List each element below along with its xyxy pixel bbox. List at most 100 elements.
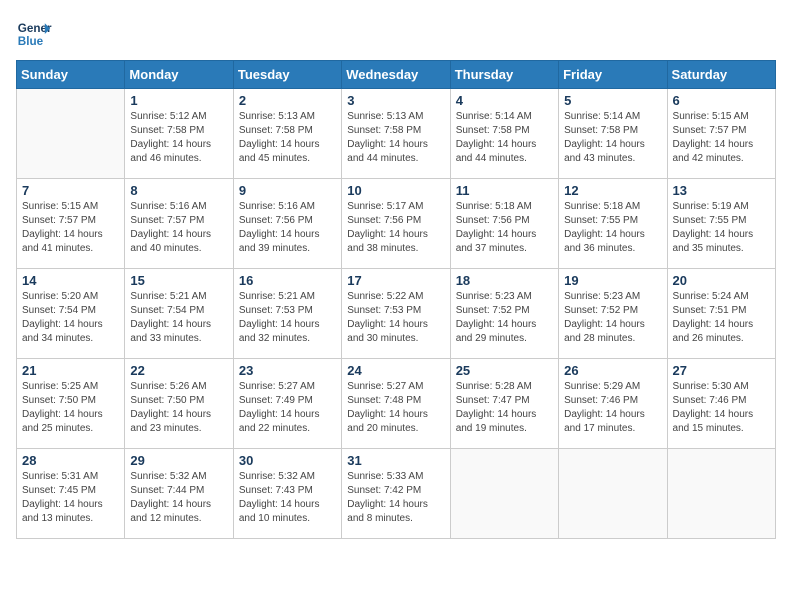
calendar-day-cell: 21Sunrise: 5:25 AM Sunset: 7:50 PM Dayli… xyxy=(17,359,125,449)
calendar-day-cell: 19Sunrise: 5:23 AM Sunset: 7:52 PM Dayli… xyxy=(559,269,667,359)
day-number: 7 xyxy=(22,183,119,198)
calendar-day-cell: 6 Sunrise: 5:15 AM Sunset: 7:57 PM Daylig… xyxy=(667,89,775,179)
calendar-day-cell: 10 Sunrise: 5:17 AM Sunset: 7:56 PM Dayli… xyxy=(342,179,450,269)
day-info: Sunrise: 5:12 AM Sunset: 7:58 PM Dayligh… xyxy=(130,110,227,166)
day-number: 8 xyxy=(130,183,227,198)
day-info: Sunrise: 5:13 AM Sunset: 7:58 PM Dayligh… xyxy=(239,110,336,166)
weekday-header: Thursday xyxy=(450,61,558,89)
day-info: Sunrise: 5:23 AM Sunset: 7:52 PM Dayligh… xyxy=(564,290,661,346)
day-info: Sunrise: 5:20 AM Sunset: 7:54 PM Dayligh… xyxy=(22,290,119,346)
day-info: Sunrise: 5:22 AM Sunset: 7:53 PM Dayligh… xyxy=(347,290,444,346)
calendar-day-cell: 14Sunrise: 5:20 AM Sunset: 7:54 PM Dayli… xyxy=(17,269,125,359)
logo-icon: General Blue xyxy=(16,16,52,52)
calendar-day-cell: 17 Sunrise: 5:22 AM Sunset: 7:53 PM Dayli… xyxy=(342,269,450,359)
day-info: Sunrise: 5:15 AM Sunset: 7:57 PM Dayligh… xyxy=(673,110,770,166)
calendar-day-cell: 23 Sunrise: 5:27 AM Sunset: 7:49 PM Dayli… xyxy=(233,359,341,449)
weekday-header: Monday xyxy=(125,61,233,89)
calendar-day-cell: 29 Sunrise: 5:32 AM Sunset: 7:44 PM Dayli… xyxy=(125,449,233,539)
page-header: General Blue xyxy=(16,16,776,52)
day-info: Sunrise: 5:21 AM Sunset: 7:53 PM Dayligh… xyxy=(239,290,336,346)
calendar-day-cell: 4Sunrise: 5:14 AM Sunset: 7:58 PM Daylig… xyxy=(450,89,558,179)
day-info: Sunrise: 5:18 AM Sunset: 7:56 PM Dayligh… xyxy=(456,200,553,256)
day-number: 12 xyxy=(564,183,661,198)
day-number: 16 xyxy=(239,273,336,288)
day-info: Sunrise: 5:23 AM Sunset: 7:52 PM Dayligh… xyxy=(456,290,553,346)
day-number: 6 xyxy=(673,93,770,108)
calendar-week-row: 21Sunrise: 5:25 AM Sunset: 7:50 PM Dayli… xyxy=(17,359,776,449)
day-info: Sunrise: 5:27 AM Sunset: 7:48 PM Dayligh… xyxy=(347,380,444,436)
day-number: 10 xyxy=(347,183,444,198)
day-info: Sunrise: 5:14 AM Sunset: 7:58 PM Dayligh… xyxy=(456,110,553,166)
day-info: Sunrise: 5:29 AM Sunset: 7:46 PM Dayligh… xyxy=(564,380,661,436)
calendar-day-cell: 31 Sunrise: 5:33 AM Sunset: 7:42 PM Dayli… xyxy=(342,449,450,539)
weekday-header: Sunday xyxy=(17,61,125,89)
day-number: 31 xyxy=(347,453,444,468)
day-info: Sunrise: 5:27 AM Sunset: 7:49 PM Dayligh… xyxy=(239,380,336,436)
day-number: 15 xyxy=(130,273,227,288)
day-info: Sunrise: 5:17 AM Sunset: 7:56 PM Dayligh… xyxy=(347,200,444,256)
day-number: 3 xyxy=(347,93,444,108)
calendar-day-cell: 18 Sunrise: 5:23 AM Sunset: 7:52 PM Dayli… xyxy=(450,269,558,359)
day-number: 29 xyxy=(130,453,227,468)
day-number: 1 xyxy=(130,93,227,108)
calendar-day-cell xyxy=(667,449,775,539)
calendar-day-cell: 27 Sunrise: 5:30 AM Sunset: 7:46 PM Dayli… xyxy=(667,359,775,449)
day-info: Sunrise: 5:24 AM Sunset: 7:51 PM Dayligh… xyxy=(673,290,770,346)
day-info: Sunrise: 5:28 AM Sunset: 7:47 PM Dayligh… xyxy=(456,380,553,436)
calendar-day-cell: 22 Sunrise: 5:26 AM Sunset: 7:50 PM Dayli… xyxy=(125,359,233,449)
day-number: 22 xyxy=(130,363,227,378)
day-number: 28 xyxy=(22,453,119,468)
weekday-header: Tuesday xyxy=(233,61,341,89)
day-number: 23 xyxy=(239,363,336,378)
day-number: 13 xyxy=(673,183,770,198)
day-number: 2 xyxy=(239,93,336,108)
calendar-day-cell: 1 Sunrise: 5:12 AM Sunset: 7:58 PM Daylig… xyxy=(125,89,233,179)
calendar-header-row: SundayMondayTuesdayWednesdayThursdayFrid… xyxy=(17,61,776,89)
calendar-day-cell: 5 Sunrise: 5:14 AM Sunset: 7:58 PM Daylig… xyxy=(559,89,667,179)
calendar-day-cell xyxy=(450,449,558,539)
day-info: Sunrise: 5:19 AM Sunset: 7:55 PM Dayligh… xyxy=(673,200,770,256)
day-number: 5 xyxy=(564,93,661,108)
day-number: 18 xyxy=(456,273,553,288)
calendar-day-cell: 25Sunrise: 5:28 AM Sunset: 7:47 PM Dayli… xyxy=(450,359,558,449)
calendar-day-cell: 8 Sunrise: 5:16 AM Sunset: 7:57 PM Daylig… xyxy=(125,179,233,269)
day-info: Sunrise: 5:32 AM Sunset: 7:44 PM Dayligh… xyxy=(130,470,227,526)
day-info: Sunrise: 5:15 AM Sunset: 7:57 PM Dayligh… xyxy=(22,200,119,256)
day-info: Sunrise: 5:16 AM Sunset: 7:57 PM Dayligh… xyxy=(130,200,227,256)
weekday-header: Wednesday xyxy=(342,61,450,89)
day-number: 11 xyxy=(456,183,553,198)
day-number: 30 xyxy=(239,453,336,468)
day-info: Sunrise: 5:26 AM Sunset: 7:50 PM Dayligh… xyxy=(130,380,227,436)
calendar-day-cell: 30 Sunrise: 5:32 AM Sunset: 7:43 PM Dayli… xyxy=(233,449,341,539)
calendar-day-cell xyxy=(559,449,667,539)
day-info: Sunrise: 5:14 AM Sunset: 7:58 PM Dayligh… xyxy=(564,110,661,166)
calendar-day-cell: 13 Sunrise: 5:19 AM Sunset: 7:55 PM Dayli… xyxy=(667,179,775,269)
calendar-day-cell: 2 Sunrise: 5:13 AM Sunset: 7:58 PM Daylig… xyxy=(233,89,341,179)
calendar-week-row: 1 Sunrise: 5:12 AM Sunset: 7:58 PM Daylig… xyxy=(17,89,776,179)
calendar-week-row: 7 Sunrise: 5:15 AM Sunset: 7:57 PM Daylig… xyxy=(17,179,776,269)
day-info: Sunrise: 5:30 AM Sunset: 7:46 PM Dayligh… xyxy=(673,380,770,436)
day-info: Sunrise: 5:32 AM Sunset: 7:43 PM Dayligh… xyxy=(239,470,336,526)
svg-text:Blue: Blue xyxy=(18,35,44,48)
weekday-header: Friday xyxy=(559,61,667,89)
day-number: 24 xyxy=(347,363,444,378)
calendar-day-cell: 12Sunrise: 5:18 AM Sunset: 7:55 PM Dayli… xyxy=(559,179,667,269)
calendar-day-cell: 20Sunrise: 5:24 AM Sunset: 7:51 PM Dayli… xyxy=(667,269,775,359)
day-number: 27 xyxy=(673,363,770,378)
day-info: Sunrise: 5:31 AM Sunset: 7:45 PM Dayligh… xyxy=(22,470,119,526)
calendar-day-cell: 3 Sunrise: 5:13 AM Sunset: 7:58 PM Daylig… xyxy=(342,89,450,179)
calendar-week-row: 28 Sunrise: 5:31 AM Sunset: 7:45 PM Dayli… xyxy=(17,449,776,539)
day-info: Sunrise: 5:21 AM Sunset: 7:54 PM Dayligh… xyxy=(130,290,227,346)
day-number: 26 xyxy=(564,363,661,378)
logo: General Blue xyxy=(16,16,52,52)
day-number: 9 xyxy=(239,183,336,198)
day-info: Sunrise: 5:13 AM Sunset: 7:58 PM Dayligh… xyxy=(347,110,444,166)
day-info: Sunrise: 5:33 AM Sunset: 7:42 PM Dayligh… xyxy=(347,470,444,526)
calendar-day-cell: 9 Sunrise: 5:16 AM Sunset: 7:56 PM Daylig… xyxy=(233,179,341,269)
calendar-day-cell: 15 Sunrise: 5:21 AM Sunset: 7:54 PM Dayli… xyxy=(125,269,233,359)
calendar-day-cell xyxy=(17,89,125,179)
day-number: 17 xyxy=(347,273,444,288)
calendar-day-cell: 26 Sunrise: 5:29 AM Sunset: 7:46 PM Dayli… xyxy=(559,359,667,449)
day-info: Sunrise: 5:16 AM Sunset: 7:56 PM Dayligh… xyxy=(239,200,336,256)
calendar-table: SundayMondayTuesdayWednesdayThursdayFrid… xyxy=(16,60,776,539)
